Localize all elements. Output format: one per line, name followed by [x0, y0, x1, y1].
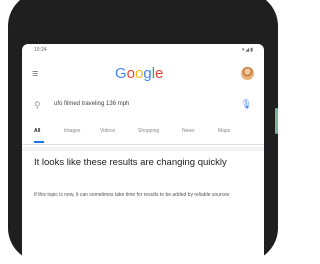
tab-news[interactable]: News: [182, 128, 195, 134]
phone-side-button: [275, 108, 278, 134]
status-icons: ▾◢▮: [241, 47, 254, 53]
notice-body: If this topic is new, it can sometimes t…: [34, 192, 230, 198]
notice-headline: It looks like these results are changing…: [34, 157, 227, 168]
tab-all[interactable]: All: [34, 128, 40, 134]
active-tab-indicator: [34, 141, 44, 143]
status-bar: 10:24 ▾◢▮: [22, 44, 264, 58]
phone-screen: 10:24 ▾◢▮ ≡ Google ⚲ ufo filmed travelin…: [22, 44, 264, 264]
logo-letter: G: [115, 65, 127, 82]
logo-letter: e: [155, 65, 164, 82]
tab-images[interactable]: Images: [64, 128, 80, 134]
tab-shopping[interactable]: Shopping: [138, 128, 159, 134]
microphone-icon[interactable]: 🎙: [241, 99, 252, 110]
tab-maps[interactable]: Maps: [218, 128, 230, 134]
menu-icon[interactable]: ≡: [32, 68, 38, 80]
tab-videos[interactable]: Videos: [100, 128, 115, 134]
top-bar: ≡ Google: [22, 60, 264, 90]
logo-letter: g: [143, 65, 152, 82]
search-input[interactable]: ufo filmed traveling 136 mph: [54, 101, 129, 107]
avatar[interactable]: [241, 67, 254, 80]
section-separator: [22, 147, 264, 151]
search-tabs: All Images Videos Shopping News Maps: [34, 128, 262, 142]
status-time: 10:24: [34, 47, 47, 53]
logo-letter: o: [126, 65, 136, 82]
google-logo[interactable]: Google: [115, 65, 163, 82]
search-icon[interactable]: ⚲: [34, 100, 41, 111]
search-bar[interactable]: ⚲ ufo filmed traveling 136 mph 🎙: [32, 96, 254, 118]
divider: [22, 144, 264, 145]
